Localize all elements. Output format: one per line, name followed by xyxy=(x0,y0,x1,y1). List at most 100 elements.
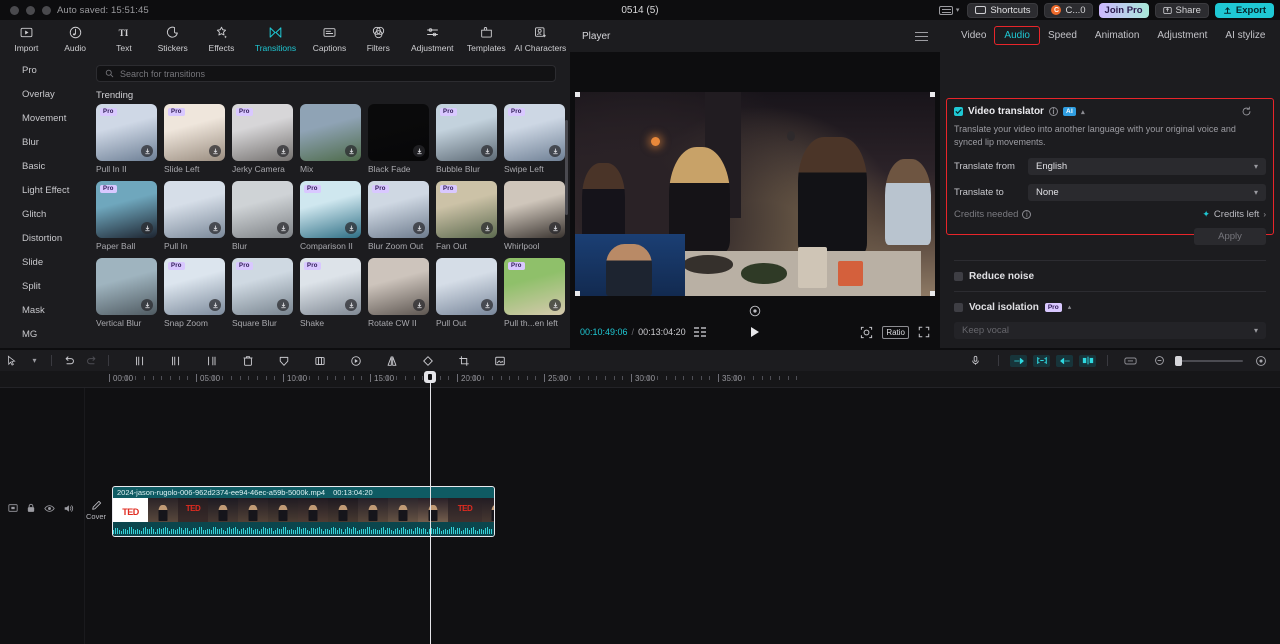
microphone-icon[interactable] xyxy=(964,350,987,371)
download-icon[interactable] xyxy=(277,299,289,311)
apply-button[interactable]: Apply xyxy=(1194,228,1266,245)
download-icon[interactable] xyxy=(345,222,357,234)
inspector-tab-ai-stylize[interactable]: AI stylize xyxy=(1216,27,1274,44)
download-icon[interactable] xyxy=(345,299,357,311)
transition-thumbnail[interactable]: Pro xyxy=(232,258,293,315)
zoom-fit-icon[interactable] xyxy=(1249,350,1272,371)
video-translator-checkbox[interactable] xyxy=(954,107,963,116)
transition-thumbnail[interactable]: Pro xyxy=(164,258,225,315)
transition-item[interactable]: Pro Pull th...en left xyxy=(504,258,565,328)
download-icon[interactable] xyxy=(413,145,425,157)
category-item-social-media[interactable]: Social Media xyxy=(0,346,84,348)
translate-to-select[interactable]: None ▾ xyxy=(1028,184,1266,201)
download-icon[interactable] xyxy=(209,145,221,157)
transition-thumbnail[interactable]: Pro xyxy=(96,181,157,238)
mirror-icon[interactable] xyxy=(380,350,403,371)
transition-thumbnail[interactable] xyxy=(96,258,157,315)
join-pro-button[interactable]: Join Pro xyxy=(1098,2,1149,18)
transition-item[interactable]: Pro Shake xyxy=(300,258,361,328)
transition-item[interactable]: Vertical Blur xyxy=(96,258,157,328)
category-item-distortion[interactable]: Distortion xyxy=(0,226,84,250)
chevron-up-icon[interactable]: ▴ xyxy=(1068,303,1072,311)
transition-thumbnail[interactable] xyxy=(164,181,225,238)
transition-thumbnail[interactable] xyxy=(368,104,429,161)
speed-icon[interactable] xyxy=(344,350,367,371)
download-icon[interactable] xyxy=(209,222,221,234)
zoom-fit-icon[interactable] xyxy=(860,326,873,339)
search-transitions-field[interactable]: Search for transitions xyxy=(96,65,556,82)
transition-item[interactable]: Pro Swipe Left xyxy=(504,104,565,174)
keyframe-left-icon[interactable] xyxy=(1010,354,1027,367)
download-icon[interactable] xyxy=(141,299,153,311)
transition-item[interactable]: Pro Fan Out xyxy=(436,181,497,251)
translate-from-select[interactable]: English ▾ xyxy=(1028,158,1266,175)
tool-tab-effects[interactable]: Effects xyxy=(197,20,246,58)
track-thumbnail-icon[interactable] xyxy=(8,503,18,513)
tool-tab-templates[interactable]: Templates xyxy=(462,20,511,58)
tool-tab-transitions[interactable]: Transitions xyxy=(246,20,305,58)
hamburger-icon[interactable] xyxy=(915,31,928,41)
reduce-noise-row[interactable]: Reduce noise xyxy=(954,261,1266,291)
fullscreen-icon[interactable] xyxy=(918,326,930,338)
split-screen-icon[interactable] xyxy=(1079,354,1096,367)
playhead-handle[interactable] xyxy=(424,371,436,383)
transition-thumbnail[interactable] xyxy=(232,181,293,238)
timeline-ruler[interactable]: 00:00 05:00 10:00 15:00 20:00 25:00 30:00 35:00 xyxy=(0,371,1280,388)
download-icon[interactable] xyxy=(549,222,561,234)
chevron-up-icon[interactable]: ▴ xyxy=(1081,108,1085,116)
download-icon[interactable] xyxy=(481,299,493,311)
zoom-preview-icon[interactable] xyxy=(1119,350,1142,371)
transition-thumbnail[interactable] xyxy=(368,258,429,315)
tool-tab-import[interactable]: Import xyxy=(2,20,51,58)
crop-handle-bl[interactable] xyxy=(575,291,580,296)
category-sidebar[interactable]: Pro Overlay Movement Blur Basic Light Effect G… xyxy=(0,58,84,348)
transition-item[interactable]: Pro Jerky Camera xyxy=(232,104,293,174)
category-item-overlay[interactable]: Overlay xyxy=(0,82,84,106)
keyboard-layout-button[interactable]: ▾ xyxy=(937,5,962,15)
transition-item[interactable]: Pull In xyxy=(164,181,225,251)
download-icon[interactable] xyxy=(209,299,221,311)
download-icon[interactable] xyxy=(141,145,153,157)
category-item-blur[interactable]: Blur xyxy=(0,130,84,154)
crop-handle-tl[interactable] xyxy=(575,92,580,97)
split-icon[interactable] xyxy=(128,350,151,371)
transition-thumbnail[interactable] xyxy=(300,104,361,161)
keep-vocal-select[interactable]: Keep vocal ▾ xyxy=(954,322,1266,339)
transition-thumbnail[interactable]: Pro xyxy=(436,181,497,238)
transition-thumbnail[interactable]: Pro xyxy=(504,258,565,315)
undo-icon[interactable] xyxy=(57,350,80,371)
transition-item[interactable]: Pro Snap Zoom xyxy=(164,258,225,328)
category-item-pro[interactable]: Pro xyxy=(0,58,84,82)
download-icon[interactable] xyxy=(481,222,493,234)
transition-item[interactable]: Pro Slide Left xyxy=(164,104,225,174)
inspector-tab-adjustment[interactable]: Adjustment xyxy=(1148,27,1216,44)
transition-item[interactable]: Pro Paper Ball xyxy=(96,181,157,251)
timeline-clip[interactable]: 2024-jason-rugolo-006-962d2374-ee94-46ec… xyxy=(112,486,495,537)
transition-item[interactable]: Blur xyxy=(232,181,293,251)
lock-icon[interactable] xyxy=(26,503,36,513)
download-icon[interactable] xyxy=(413,222,425,234)
select-arrow-icon[interactable] xyxy=(0,350,23,371)
transition-item[interactable]: Pro Blur Zoom Out xyxy=(368,181,429,251)
download-icon[interactable] xyxy=(345,145,357,157)
transition-item[interactable]: Whirlpool xyxy=(504,181,565,251)
inspector-tab-audio[interactable]: Audio xyxy=(994,25,1040,45)
transition-thumbnail[interactable]: Pro xyxy=(368,181,429,238)
export-button[interactable]: Export xyxy=(1214,2,1274,18)
category-item-mask[interactable]: Mask xyxy=(0,298,84,322)
rotate-icon[interactable] xyxy=(416,350,439,371)
freeze-frame-icon[interactable] xyxy=(308,350,331,371)
transition-thumbnail[interactable] xyxy=(504,181,565,238)
transition-item[interactable]: Black Fade xyxy=(368,104,429,174)
transition-item[interactable]: Mix xyxy=(300,104,361,174)
shortcuts-button[interactable]: Shortcuts xyxy=(967,2,1039,18)
crop-handle-br[interactable] xyxy=(930,291,935,296)
download-icon[interactable] xyxy=(277,145,289,157)
transition-item[interactable]: Pro Bubble Blur xyxy=(436,104,497,174)
tool-tab-audio[interactable]: Audio xyxy=(51,20,100,58)
category-item-movement[interactable]: Movement xyxy=(0,106,84,130)
ratio-button[interactable]: Ratio xyxy=(882,325,909,339)
trim-right-icon[interactable] xyxy=(200,350,223,371)
download-icon[interactable] xyxy=(277,222,289,234)
mute-icon[interactable] xyxy=(63,503,74,514)
